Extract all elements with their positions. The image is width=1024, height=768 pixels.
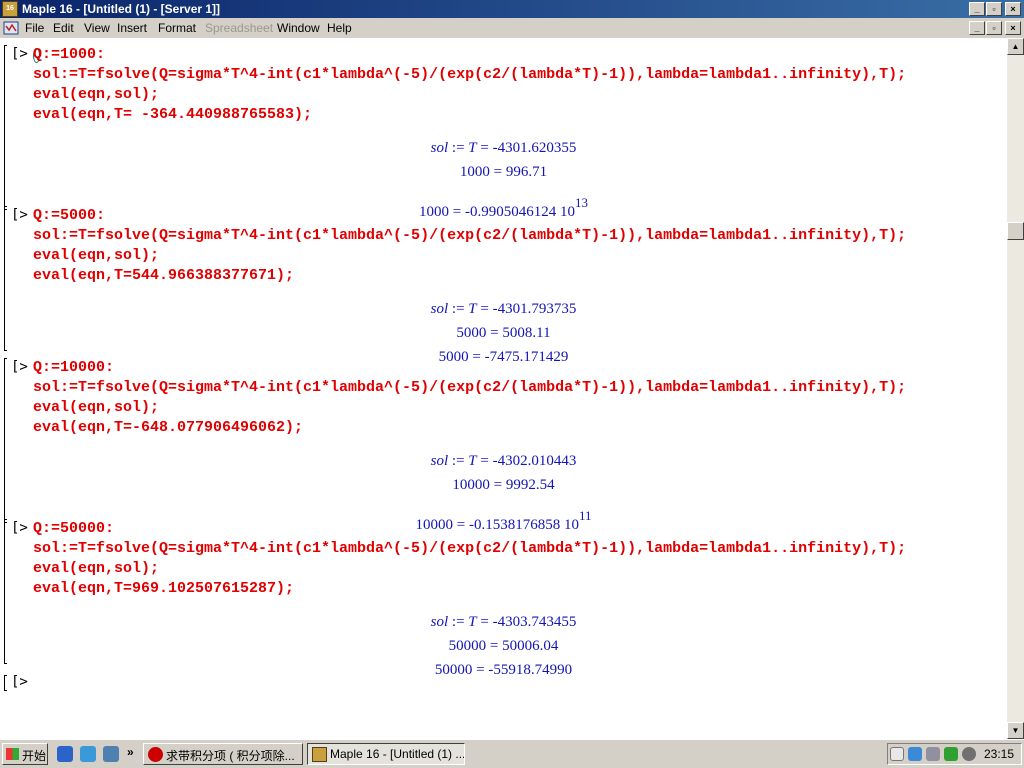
menu-insert[interactable]: Insert [117, 21, 147, 35]
execution-group-bracket[interactable] [4, 358, 7, 523]
task-label: 求带积分项 ( 积分项除... [166, 749, 295, 763]
restore-icon[interactable]: ▫ [986, 2, 1002, 16]
output-eval-t: 5000 = -7475.171429 [438, 349, 569, 365]
output-solution: sol := T = -4303.743455 [430, 614, 577, 630]
input-line[interactable]: Q:=1000: [33, 45, 105, 65]
taskbar-item-browser[interactable]: 求带积分项 ( 积分项除... [143, 743, 303, 765]
output-eval-sol: 10000 = 9992.54 [452, 477, 555, 493]
output-solution: sol := T = -4301.793735 [430, 301, 577, 317]
update-icon[interactable] [944, 747, 958, 761]
input-line[interactable]: eval(eqn,T=969.102507615287); [33, 579, 294, 599]
menu-format[interactable]: Format [158, 21, 196, 35]
input-line[interactable]: eval(eqn,T= -364.440988765583); [33, 105, 312, 125]
output-eval-t: 10000 = -0.1538176858 1011 [415, 508, 592, 533]
start-label: 开始 [22, 749, 47, 763]
input-line[interactable]: sol:=T=fsolve(Q=sigma*T^4-int(c1*lambda^… [33, 539, 906, 559]
title-bar[interactable]: 16 Maple 16 - [Untitled (1) - [Server 1]… [0, 0, 1024, 18]
input-prompt: [> [11, 46, 28, 62]
maple-leaf-icon[interactable]: 16 [2, 1, 18, 17]
vertical-scrollbar[interactable]: ▲ ▼ [1007, 38, 1024, 739]
menu-spreadsheet: Spreadsheet [205, 21, 274, 35]
output-eval-sol: 50000 = 50006.04 [448, 638, 559, 654]
input-line[interactable]: eval(eqn,sol); [33, 559, 159, 579]
windows-flag-icon [6, 748, 19, 760]
input-line[interactable]: sol:=T=fsolve(Q=sigma*T^4-int(c1*lambda^… [33, 65, 906, 85]
output-solution: sol := T = -4302.010443 [430, 453, 577, 469]
input-line[interactable]: sol:=T=fsolve(Q=sigma*T^4-int(c1*lambda^… [33, 378, 906, 398]
execution-group-bracket[interactable] [4, 45, 7, 210]
scroll-down-icon[interactable]: ▼ [1007, 722, 1024, 739]
start-button[interactable]: 开始 [2, 743, 48, 765]
system-tray: 23:15 [887, 743, 1022, 765]
menu-edit[interactable]: Edit [53, 21, 74, 35]
output-eval-t: 1000 = -0.9905046124 1013 [419, 195, 588, 220]
maple-app-icon [312, 747, 327, 762]
input-line[interactable]: eval(eqn,T=544.966388377671); [33, 266, 294, 286]
menu-bar: File Edit View Insert Format Spreadsheet Windo… [0, 18, 1024, 38]
window-title: Maple 16 - [Untitled (1) - [Server 1]] [22, 2, 221, 16]
input-line[interactable]: Q:=5000: [33, 206, 105, 226]
scroll-up-icon[interactable]: ▲ [1007, 38, 1024, 55]
document-icon[interactable] [3, 20, 19, 36]
network-icon[interactable] [908, 747, 922, 761]
menu-window[interactable]: Window [277, 21, 320, 35]
taskbar: 开始 » 求带积分项 ( 积分项除... Maple 16 - [Untitle… [0, 739, 1024, 768]
doc-close-icon[interactable]: × [1005, 21, 1021, 35]
empty-input-prompt[interactable]: [> [11, 674, 28, 690]
output-eval-t: 50000 = -55918.74990 [434, 662, 573, 678]
empty-group-bracket[interactable] [4, 675, 7, 691]
input-prompt: [> [11, 359, 28, 375]
opera-browser-icon [148, 747, 163, 762]
worksheet[interactable]: [> Q:=1000: sol:=T=fsolve(Q=sigma*T^4-int(… [0, 38, 1007, 739]
output-solution: sol := T = -4301.620355 [430, 140, 577, 156]
output-eval-sol: 1000 = 996.71 [459, 164, 548, 180]
task-label: Maple 16 - [Untitled (1) ... [330, 747, 465, 761]
input-line[interactable]: sol:=T=fsolve(Q=sigma*T^4-int(c1*lambda^… [33, 226, 906, 246]
input-line[interactable]: eval(eqn,T=-648.077906496062); [33, 418, 303, 438]
volume-icon[interactable] [962, 747, 976, 761]
printer-icon[interactable] [926, 747, 940, 761]
doc-minimize-icon[interactable]: _ [969, 21, 985, 35]
scroll-thumb[interactable] [1007, 222, 1024, 240]
menu-view[interactable]: View [84, 21, 110, 35]
clock: 23:15 [984, 747, 1015, 761]
input-line[interactable]: eval(eqn,sol); [33, 246, 159, 266]
input-prompt: [> [11, 520, 28, 536]
exponent: 11 [578, 508, 592, 523]
close-icon[interactable]: × [1005, 2, 1021, 16]
outlook-express-icon[interactable] [80, 746, 96, 762]
input-prompt: [> [11, 207, 28, 223]
menu-file[interactable]: File [25, 21, 44, 35]
taskbar-item-maple[interactable]: Maple 16 - [Untitled (1) ... [307, 743, 465, 765]
output-eval-sol: 5000 = 5008.11 [456, 325, 551, 341]
input-line[interactable]: eval(eqn,sol); [33, 398, 159, 418]
input-line[interactable]: Q:=10000: [33, 358, 114, 378]
quicklaunch-more[interactable]: » [127, 745, 134, 759]
windows-media-icon[interactable] [103, 746, 119, 762]
keyboard-icon[interactable] [890, 747, 904, 761]
input-line[interactable]: eval(eqn,sol); [33, 85, 159, 105]
internet-explorer-icon[interactable] [57, 746, 73, 762]
doc-restore-icon[interactable]: ▫ [986, 21, 1002, 35]
minimize-icon[interactable]: _ [969, 2, 985, 16]
input-line[interactable]: Q:=50000: [33, 519, 114, 539]
menu-help[interactable]: Help [327, 21, 352, 35]
exponent: 13 [574, 195, 588, 210]
